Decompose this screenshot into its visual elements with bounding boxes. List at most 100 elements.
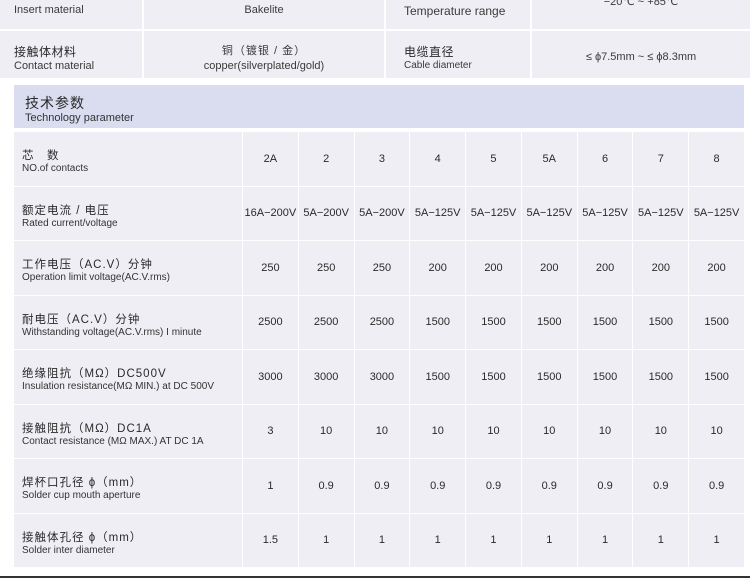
- parameter-label-en: Operation limit voltage(AC.V.rms): [22, 272, 171, 283]
- parameter-label: 焊杯口孔径 ϕ（mm） Solder cup mouth aperture: [14, 459, 242, 513]
- contact-material-label-cn: 接触体材料: [14, 45, 77, 59]
- parameter-value-cell: 1: [576, 513, 633, 567]
- parameter-value-cell: 1.5: [242, 513, 298, 567]
- parameter-value-cell: 2500: [242, 295, 298, 349]
- parameter-value-cell: 0.9: [688, 459, 744, 513]
- parameter-value-cell: 1: [409, 513, 465, 567]
- parameter-value-cell: 250: [353, 241, 410, 295]
- parameter-value-cell: 2A: [242, 132, 298, 186]
- parameter-value-cell: 0.9: [520, 459, 577, 513]
- section-title-cn: 技术参数: [25, 95, 85, 111]
- bottom-rule: [0, 576, 750, 578]
- parameter-value-cell: 1500: [688, 350, 744, 404]
- section-title-en: Technology parameter: [25, 112, 134, 124]
- parameter-value-cell: 1500: [576, 350, 633, 404]
- parameter-label-en: Insulation resistance(MΩ MIN.) at DC 500…: [22, 381, 214, 392]
- parameter-value-cell: 0.9: [353, 459, 410, 513]
- parameter-label: 接触阻抗（MΩ）DC1A Contact resistance (MΩ MAX.)…: [14, 405, 242, 459]
- parameter-label-cn: 接触体孔径 ϕ（mm）: [22, 531, 143, 544]
- parameter-value-cell: 8: [688, 132, 744, 186]
- parameter-row: 焊杯口孔径 ϕ（mm） Solder cup mouth aperture 1 0.9…: [14, 459, 744, 514]
- column-divider: [384, 0, 386, 29]
- parameter-label-cn: 绝缘阻抗（MΩ）DC500V: [22, 368, 167, 380]
- parameter-value-cell: 250: [242, 241, 298, 295]
- parameter-value-cell: 1500: [520, 350, 577, 404]
- parameter-row: 芯 数 NO.of contacts 2A 2 3 4 5 5A 6 7 8: [14, 132, 744, 187]
- parameter-value-cell: 200: [688, 241, 744, 295]
- parameter-value-cell: 200: [576, 241, 633, 295]
- material-row-insert: Insert material Bakelite Temperature ran…: [0, 0, 750, 29]
- parameter-value-cell: 1500: [520, 295, 577, 349]
- parameter-value-cell: 10: [688, 404, 744, 458]
- parameter-value-cell: 5A: [520, 132, 577, 186]
- temperature-range-value: −20℃ ~ +85℃: [603, 0, 679, 8]
- parameter-value-cell: 1: [242, 459, 298, 513]
- parameter-label: 工作电压（AC.V）分钟 Operation limit voltage(AC.V…: [14, 241, 242, 295]
- contact-material-value-en: copper(silverplated/gold): [203, 60, 325, 72]
- parameter-value-cell: 5A−200V: [353, 186, 410, 240]
- parameter-label-cn: 焊杯口孔径 ϕ（mm）: [22, 477, 143, 489]
- parameter-label-cn: 芯 数: [22, 150, 60, 162]
- parameter-value-cell: 1500: [409, 295, 465, 349]
- parameter-value-cell: 3: [353, 132, 410, 186]
- parameter-value-cell: 1500: [632, 295, 688, 349]
- parameter-label-en: Contact resistance (MΩ MAX.) AT DC 1A: [22, 435, 204, 447]
- parameter-label-cn: 工作电压（AC.V）分钟: [22, 259, 153, 271]
- parameter-value-cell: 16A−200V: [242, 186, 298, 240]
- parameter-label: 绝缘阻抗（MΩ）DC500V Insulation resistance(MΩ M…: [14, 350, 242, 404]
- parameter-value-cell: 10: [409, 404, 465, 458]
- parameter-row: 工作电压（AC.V）分钟 Operation limit voltage(AC.V…: [14, 241, 744, 296]
- parameter-value-cell: 5A−125V: [409, 186, 465, 240]
- parameter-table: 芯 数 NO.of contacts 2A 2 3 4 5 5A 6 7 8 额定电流 / 电压 Rat…: [14, 132, 744, 568]
- parameter-value-cell: 5A−200V: [297, 186, 354, 240]
- parameter-value-cell: 7: [632, 132, 688, 186]
- insert-material-label-en: Insert material: [14, 4, 84, 16]
- parameter-value-cell: 4: [409, 132, 465, 186]
- parameter-value-cell: 1: [297, 513, 354, 567]
- parameter-value-cell: 5A−125V: [688, 186, 744, 240]
- parameter-row: 额定电流 / 电压 Rated current/voltage 16A−200V 5A…: [14, 186, 744, 241]
- parameter-label-en: Rated current/voltage: [22, 217, 118, 229]
- parameter-value-cell: 5A−125V: [576, 186, 633, 240]
- parameter-value-cell: 1: [632, 513, 688, 567]
- parameter-row: 接触阻抗（MΩ）DC1A Contact resistance (MΩ MAX.)…: [14, 404, 744, 459]
- parameter-label: 额定电流 / 电压 Rated current/voltage: [14, 187, 242, 241]
- parameter-value-cell: 10: [576, 404, 633, 458]
- parameter-value-cell: 200: [409, 241, 465, 295]
- parameter-value-cell: 5A−125V: [465, 186, 521, 240]
- cable-diameter-value: ≤ ϕ7.5mm ~ ≤ ϕ8.3mm: [585, 51, 697, 63]
- parameter-value-cell: 0.9: [297, 459, 354, 513]
- parameter-value-cell: 5A−125V: [520, 186, 577, 240]
- parameter-value-cell: 200: [465, 241, 521, 295]
- parameter-value-cell: 0.9: [409, 459, 465, 513]
- cable-diameter-label-cn: 电缆直径: [404, 45, 455, 59]
- parameter-value-cell: 1500: [688, 295, 744, 349]
- temperature-range-label-en: Temperature range: [404, 4, 506, 18]
- parameter-label-en: NO.of contacts: [22, 163, 89, 174]
- parameter-value-cell: 200: [520, 241, 577, 295]
- parameter-value-cell: 0.9: [465, 459, 521, 513]
- parameter-value-cell: 5: [465, 132, 521, 186]
- parameter-value-cell: 1: [688, 513, 744, 567]
- parameter-label-en: Withstanding voltage(AC.V.rms) I minute: [22, 326, 202, 338]
- parameter-value-cell: 10: [297, 404, 354, 458]
- material-row-contact: 接触体材料 Contact material 铜（镀银 / 金） copper(…: [0, 31, 750, 78]
- parameter-label-en: Solder cup mouth aperture: [22, 490, 141, 501]
- parameter-label-cn: 接触阻抗（MΩ）DC1A: [22, 422, 152, 435]
- parameter-value-cell: 1500: [409, 350, 465, 404]
- parameter-label-cn: 额定电流 / 电压: [22, 204, 110, 217]
- parameter-value-cell: 10: [520, 404, 577, 458]
- parameter-label-en: Solder inter diameter: [22, 544, 115, 556]
- contact-material-value-cn: 铜（镀银 / 金）: [221, 45, 307, 57]
- parameter-row: 绝缘阻抗（MΩ）DC500V Insulation resistance(MΩ M…: [14, 350, 744, 405]
- insert-material-value: Bakelite: [244, 4, 284, 16]
- parameter-value-cell: 2500: [297, 295, 354, 349]
- parameter-value-cell: 6: [576, 132, 633, 186]
- parameter-label-cn: 耐电压（AC.V）分钟: [22, 313, 141, 326]
- parameter-value-cell: 10: [632, 404, 688, 458]
- parameter-value-cell: 5A−125V: [632, 186, 688, 240]
- parameter-value-cell: 1500: [576, 295, 633, 349]
- parameter-label: 芯 数 NO.of contacts: [14, 132, 242, 186]
- column-divider: [384, 31, 386, 78]
- parameter-value-cell: 2: [297, 132, 354, 186]
